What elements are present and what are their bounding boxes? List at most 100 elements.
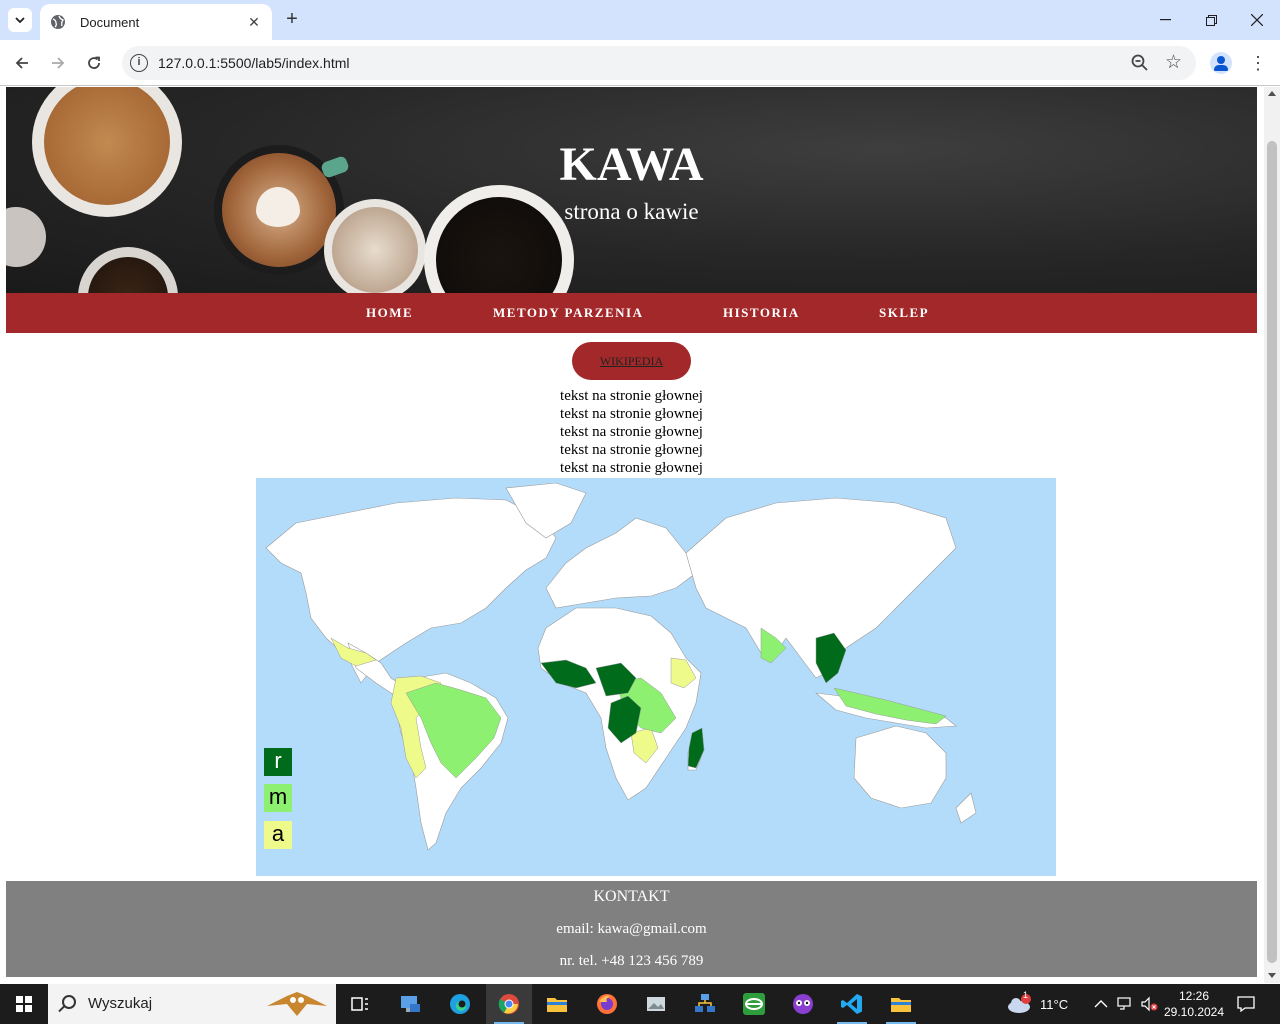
taskbar-app-firefox[interactable]: [584, 984, 630, 1024]
coffee-world-map: r m a: [256, 478, 1056, 876]
taskbar-app-mask[interactable]: [780, 984, 826, 1024]
forward-button[interactable]: [43, 48, 73, 78]
globe-icon: [51, 15, 65, 29]
reload-button[interactable]: [79, 48, 109, 78]
kebab-menu-icon[interactable]: ⋮: [1248, 52, 1268, 74]
weather-widget[interactable]: 1 11°C: [1006, 984, 1068, 1024]
clock-time: 12:26: [1178, 989, 1210, 1003]
taskbar-app-photos[interactable]: [633, 984, 679, 1024]
site-info-icon[interactable]: i: [130, 54, 148, 72]
nav-metody-parzenia[interactable]: METODY PARZENIA: [493, 305, 643, 321]
text-line: tekst na stronie głownej: [560, 442, 703, 458]
task-view-button[interactable]: [337, 984, 383, 1024]
taskbar-app-chrome[interactable]: [486, 984, 532, 1024]
taskbar-app-vscode[interactable]: [829, 984, 875, 1024]
taskbar-app-edge[interactable]: [437, 984, 483, 1024]
clock[interactable]: 12:26 29.10.2024: [1164, 984, 1224, 1024]
cloud-icon: [1008, 994, 1031, 1013]
tab-title: Document: [80, 14, 140, 30]
network-status-icon: [1117, 997, 1131, 1010]
footer-heading: KONTAKT: [593, 888, 670, 905]
footer-email: email: kawa@gmail.com: [556, 921, 707, 937]
close-window-button[interactable]: [1234, 0, 1280, 40]
back-button[interactable]: [7, 48, 37, 78]
arrow-right-icon: [52, 57, 65, 69]
tab-search-button[interactable]: [8, 8, 32, 32]
scroll-down-icon[interactable]: [1268, 973, 1276, 978]
hero-header: KAWA strona o kawie: [6, 87, 1257, 293]
home-text: tekst na stronie głownej tekst na stroni…: [6, 387, 1257, 477]
notification-button[interactable]: [1236, 984, 1256, 1024]
temperature: 11°C: [1040, 996, 1069, 1012]
scroll-up-icon[interactable]: [1268, 91, 1276, 96]
folder-icon: [891, 998, 911, 1012]
search-icon: [62, 995, 76, 1009]
notification-icon: [1237, 996, 1255, 1013]
arrow-left-icon: [15, 57, 28, 69]
chrome-icon: [498, 994, 519, 1014]
chevron-up-icon: [1094, 1000, 1108, 1008]
restore-icon: [1205, 14, 1217, 26]
text-line: tekst na stronie głownej: [560, 424, 703, 440]
windows-taskbar: Wyszukaj 1 11°C 12:26 29.10.2024: [0, 984, 1280, 1024]
browser-toolbar: i 127.0.0.1:5500/lab5/index.html ☆ ⋮: [0, 40, 1280, 86]
bookmark-star-icon[interactable]: ☆: [1165, 51, 1182, 74]
url-text[interactable]: 127.0.0.1:5500/lab5/index.html: [158, 55, 349, 71]
tray-volume[interactable]: [1140, 984, 1158, 1024]
network-icon: [695, 994, 715, 1012]
nav-historia[interactable]: HISTORIA: [723, 305, 800, 321]
nav-sklep[interactable]: SKLEP: [879, 305, 929, 321]
nav-home[interactable]: HOME: [366, 305, 413, 321]
taskbar-app-green[interactable]: [731, 984, 777, 1024]
firefox-icon: [597, 994, 617, 1014]
owl-banner-icon: [267, 992, 327, 1016]
new-tab-button[interactable]: +: [280, 8, 304, 32]
taskbar-search[interactable]: Wyszukaj: [48, 984, 336, 1024]
world-map-image: [265, 482, 977, 851]
page-scrollbar[interactable]: [1264, 87, 1280, 983]
legend-robusta: r: [264, 748, 292, 776]
zoom-icon[interactable]: [1130, 53, 1150, 73]
chevron-down-icon: [15, 17, 25, 24]
profile-avatar-icon[interactable]: [1210, 52, 1232, 74]
wikipedia-button[interactable]: WIKIPEDIA: [572, 342, 691, 380]
text-line: tekst na stronie głownej: [560, 406, 703, 422]
folder-icon: [547, 998, 567, 1012]
taskbar-app-network[interactable]: [682, 984, 728, 1024]
image-viewer-icon: [647, 997, 665, 1011]
clock-date: 29.10.2024: [1163, 1005, 1225, 1019]
minimize-button[interactable]: [1142, 0, 1188, 40]
page-viewport: KAWA strona o kawie HOME METODY PARZENIA…: [6, 87, 1257, 977]
main-nav: HOME METODY PARZENIA HISTORIA SKLEP: [6, 293, 1257, 333]
page-title: KAWA: [559, 138, 704, 191]
edge-icon: [450, 994, 470, 1014]
tab-close-icon[interactable]: ✕: [246, 14, 262, 31]
legend-medium: m: [264, 784, 292, 812]
start-button[interactable]: [0, 984, 48, 1024]
text-line: tekst na stronie głownej: [560, 460, 703, 476]
taskbar-app-folder[interactable]: [878, 984, 924, 1024]
footer: KONTAKT email: kawa@gmail.com nr. tel. +…: [6, 881, 1257, 977]
mask-icon: [793, 994, 813, 1014]
tab-strip: Document ✕ +: [0, 0, 1280, 40]
task-view-icon: [351, 997, 368, 1011]
footer-phone: nr. tel. +48 123 456 789: [559, 953, 704, 969]
computer-icon: [401, 996, 420, 1012]
tray-network[interactable]: [1116, 984, 1134, 1024]
windows-logo-icon: [16, 996, 32, 1012]
page-subtitle: strona o kawie: [564, 199, 699, 224]
taskbar-app-explorer[interactable]: [534, 984, 580, 1024]
minimize-icon: [1159, 19, 1171, 21]
browser-tab[interactable]: Document ✕: [40, 4, 272, 40]
vscode-icon: [841, 994, 862, 1014]
taskbar-app-pc[interactable]: [387, 984, 433, 1024]
search-placeholder: Wyszukaj: [88, 995, 153, 1012]
tray-chevron[interactable]: [1094, 984, 1108, 1024]
green-app-icon: [743, 993, 765, 1015]
close-icon: [1251, 14, 1263, 26]
restore-button[interactable]: [1188, 0, 1234, 40]
weather-badge: 1: [1023, 990, 1029, 1000]
address-bar[interactable]: i 127.0.0.1:5500/lab5/index.html ☆: [122, 46, 1196, 80]
legend-arabica: a: [264, 821, 292, 849]
scrollbar-thumb[interactable]: [1267, 141, 1277, 963]
